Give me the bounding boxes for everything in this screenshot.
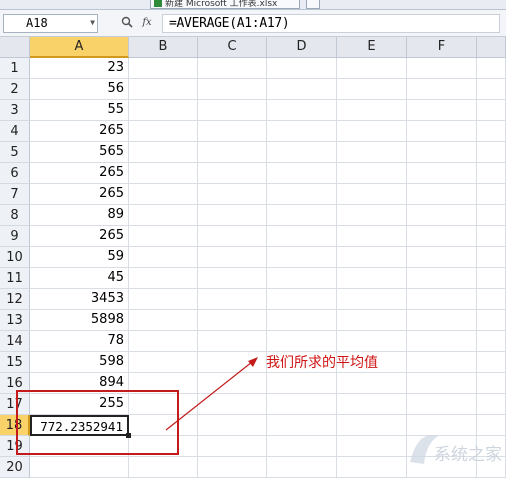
watermark-logo: 系统之家 [410, 435, 502, 465]
svg-text:系统之家: 系统之家 [434, 445, 502, 465]
annotation-arrow [165, 357, 258, 431]
annotation-label: 我们所求的平均值 [266, 355, 378, 371]
